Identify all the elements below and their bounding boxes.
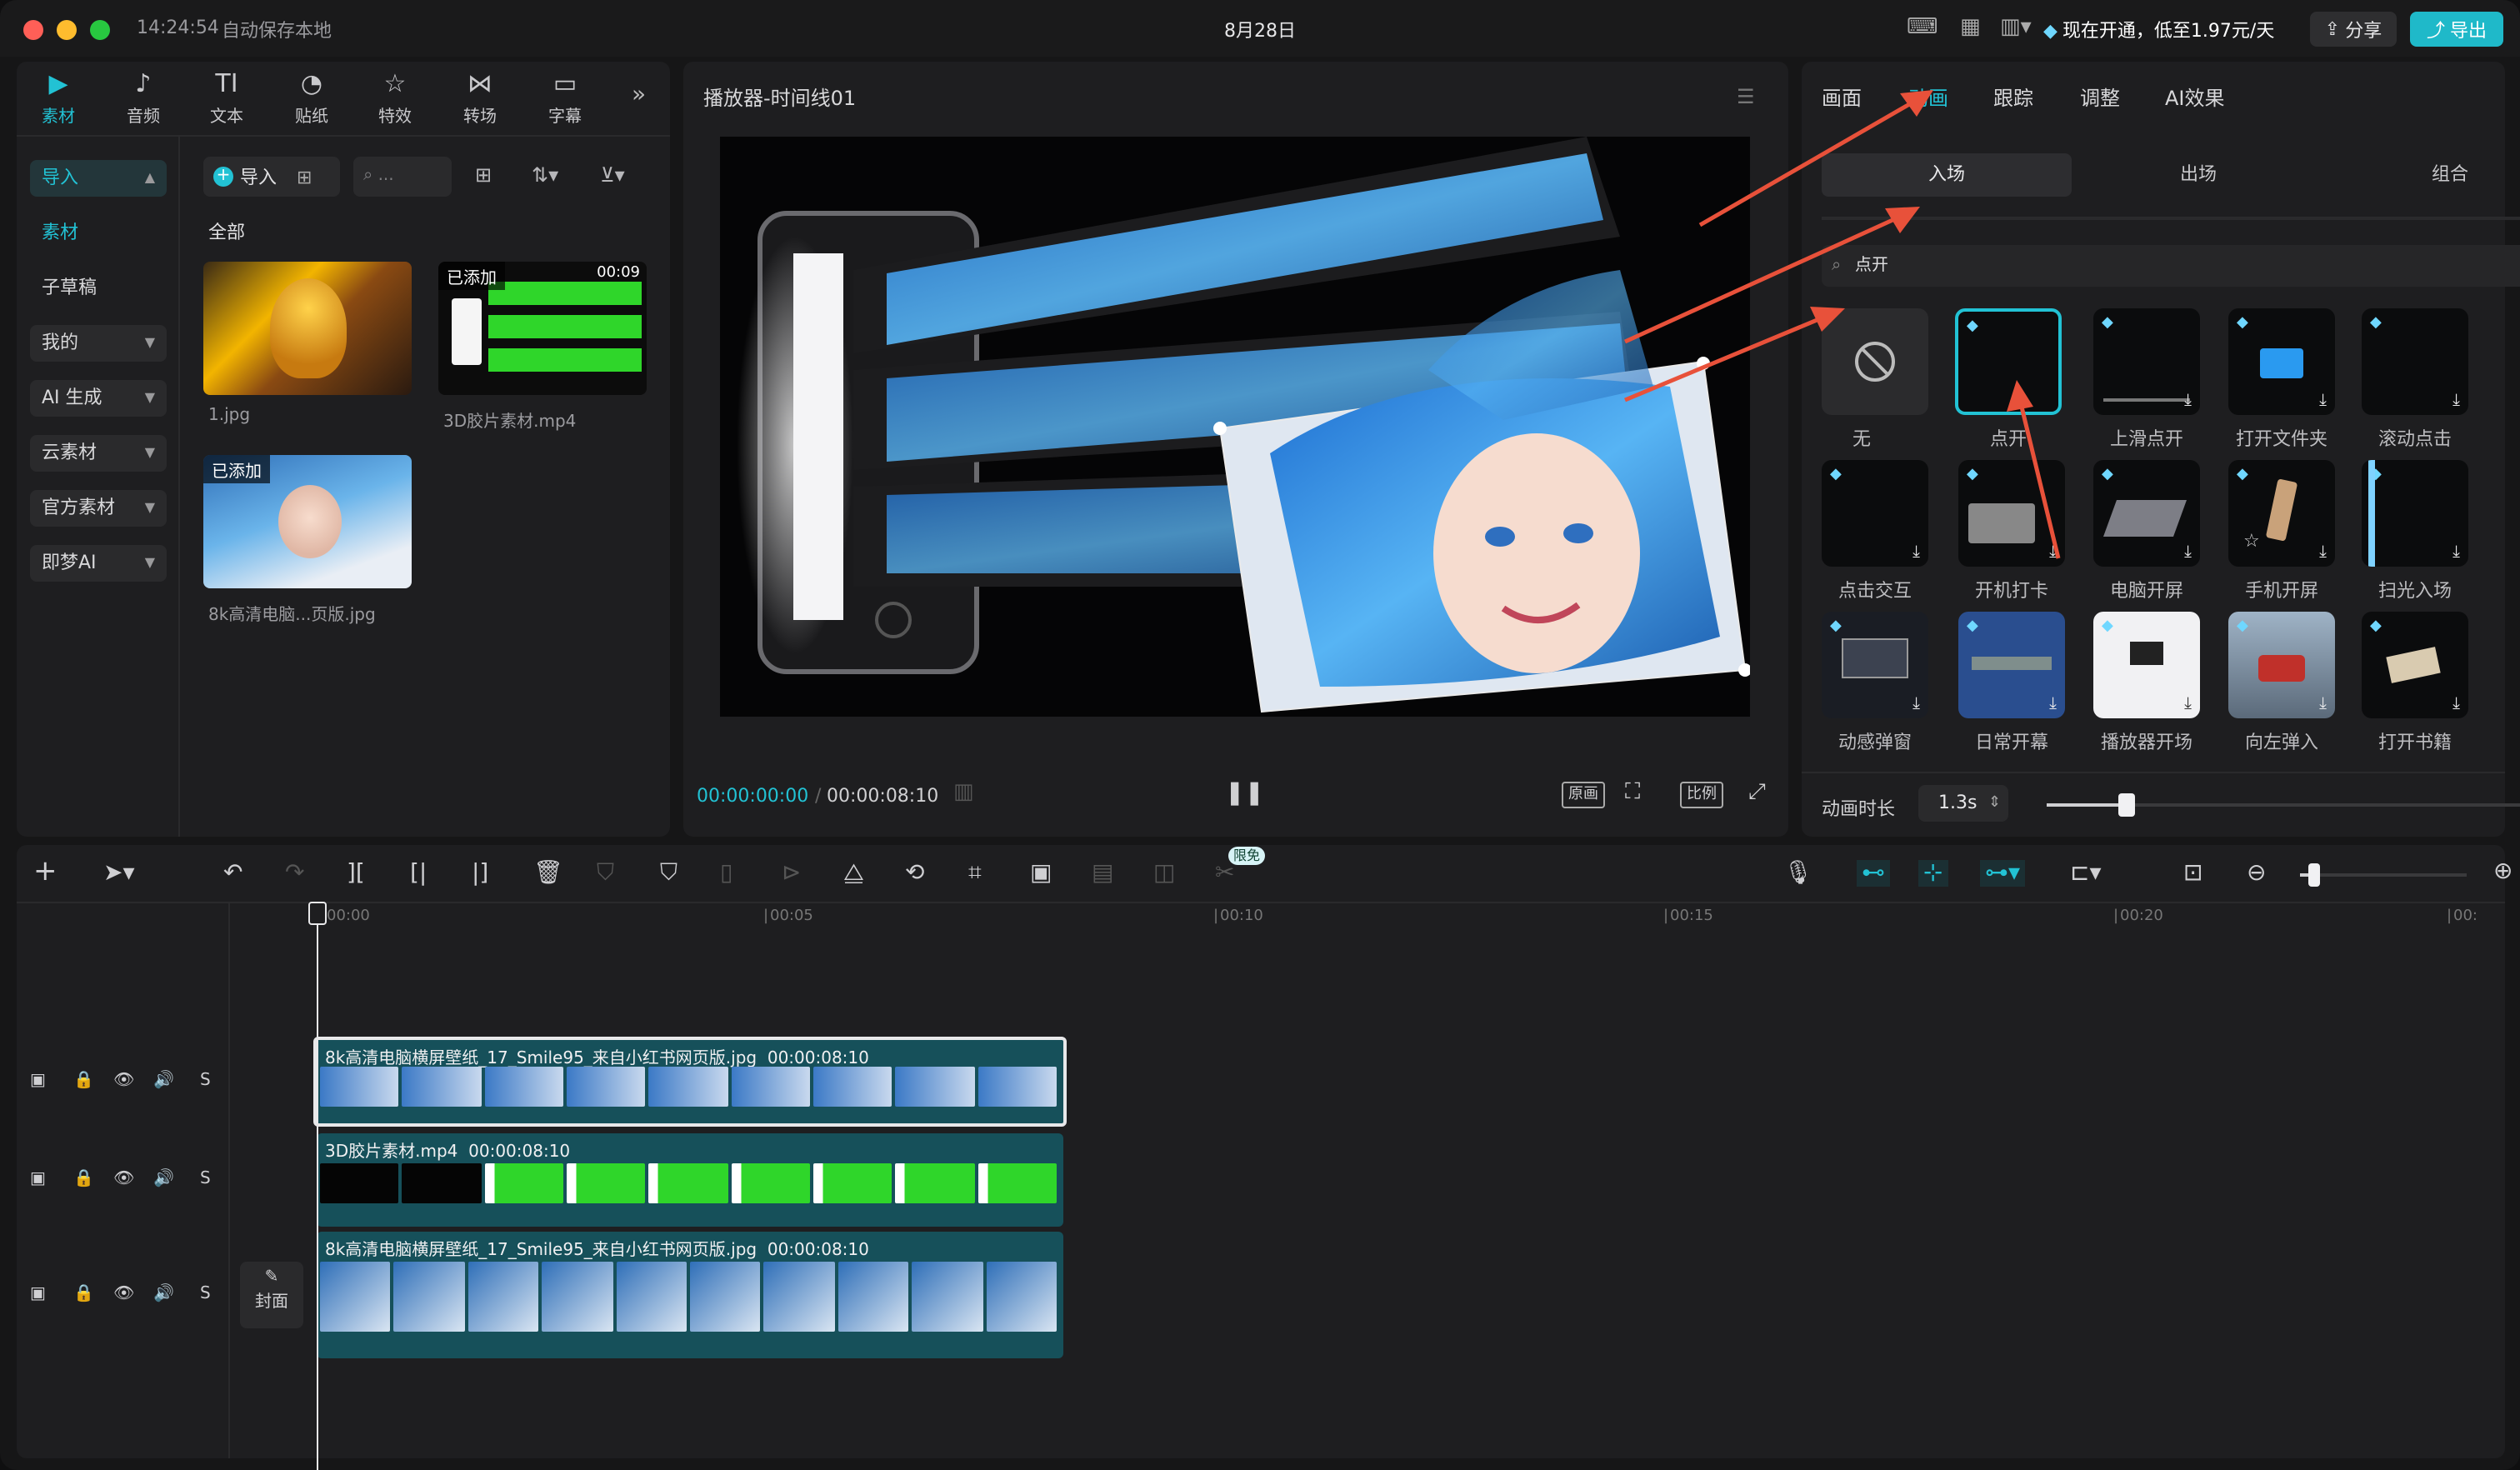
ruler-tick: | bbox=[2447, 908, 2452, 925]
lock-icon[interactable]: 🔒 bbox=[73, 1072, 94, 1090]
timeline-clip-overlay[interactable]: 8k高清电脑横屏壁纸_17_Smile95_来自小红书网页版.jpg 00:00… bbox=[313, 1037, 1067, 1127]
ruler-tick: | bbox=[763, 908, 769, 925]
playhead-handle[interactable] bbox=[308, 902, 327, 925]
match-icon[interactable]: ◫ bbox=[1153, 860, 1175, 887]
redo-icon[interactable]: ↷ bbox=[285, 860, 304, 887]
main-track-magnet-icon[interactable]: ⊷ bbox=[1857, 860, 1890, 887]
solo-button[interactable]: S bbox=[200, 1285, 211, 1303]
microphone-icon[interactable]: 🎙 bbox=[1783, 860, 1813, 887]
ruler-tick: | bbox=[1663, 908, 1669, 925]
zoom-slider[interactable] bbox=[2300, 863, 2467, 887]
mirror-icon[interactable]: ⧋ bbox=[843, 860, 864, 887]
split-left-icon[interactable]: [| bbox=[410, 860, 427, 887]
arrowhead bbox=[1900, 90, 1933, 117]
track-video-icon[interactable]: ▣ bbox=[30, 1285, 46, 1303]
ruler-tick: 00:20 bbox=[2120, 908, 2163, 925]
clip-duration: 00:00:08:10 bbox=[767, 1242, 869, 1260]
track-controls-3: ▣ 🔒 👁 🔊 S bbox=[17, 1247, 228, 1343]
clip-title: 8k高清电脑横屏壁纸_17_Smile95_来自小红书网页版.jpg 00:00… bbox=[325, 1043, 869, 1068]
fit-timeline-icon[interactable]: ⊡ bbox=[2183, 860, 2202, 887]
ruler-tick: 00:00 bbox=[327, 908, 370, 925]
timeline-clip-main[interactable]: 8k高清电脑横屏壁纸_17_Smile95_来自小红书网页版.jpg 00:00… bbox=[317, 1232, 1063, 1358]
cover-button[interactable]: ✎ 封面 bbox=[240, 1262, 303, 1328]
annotation-arrow bbox=[1623, 214, 1902, 344]
freeze-icon[interactable]: ▯ bbox=[720, 860, 732, 887]
scissors-icon[interactable]: ✂ bbox=[1215, 860, 1234, 887]
clip-frames bbox=[320, 1067, 1060, 1107]
app-window: 14:24:54 自动保存本地 8月28日 ⌨ ▦ ▥▾ ◆ 现在开通，低至1.… bbox=[0, 0, 2520, 1470]
eye-icon[interactable]: 👁 bbox=[113, 1072, 134, 1090]
resize-icon[interactable]: ▣ bbox=[1030, 860, 1052, 887]
ruler-tick: 00:10 bbox=[1220, 908, 1263, 925]
reverse-icon[interactable]: ⊳ bbox=[782, 860, 801, 887]
undo-icon[interactable]: ↶ bbox=[223, 860, 242, 887]
mark-icon[interactable]: ⛉ bbox=[660, 860, 678, 887]
ruler-tick: 00:15 bbox=[1670, 908, 1713, 925]
ruler-tick: 00:05 bbox=[770, 908, 813, 925]
track-video-icon[interactable]: ▣ bbox=[30, 1170, 46, 1188]
caption-edit-icon[interactable]: ▤ bbox=[1092, 860, 1113, 887]
eye-icon[interactable]: 👁 bbox=[113, 1285, 134, 1303]
split-icon[interactable]: ][ bbox=[347, 860, 365, 887]
linkage-icon[interactable]: ⊶▾ bbox=[1980, 860, 2026, 887]
speaker-icon[interactable]: 🔊 bbox=[153, 1072, 174, 1090]
split-right-icon[interactable]: |] bbox=[472, 860, 488, 887]
crop-icon[interactable]: ⌗ bbox=[968, 860, 982, 887]
zoom-in-icon[interactable]: ⊕ bbox=[2493, 858, 2512, 885]
clip-title: 3D胶片素材.mp4 00:00:08:10 bbox=[325, 1137, 570, 1162]
track-controls-1: ▣ 🔒 👁 🔊 S bbox=[17, 1033, 228, 1130]
clip-name: 8k高清电脑横屏壁纸_17_Smile95_来自小红书网页版.jpg bbox=[325, 1242, 758, 1260]
timeline-clip-film[interactable]: 3D胶片素材.mp4 00:00:08:10 bbox=[317, 1133, 1063, 1227]
clip-title: 8k高清电脑横屏壁纸_17_Smile95_来自小红书网页版.jpg 00:00… bbox=[325, 1235, 869, 1260]
select-tool-icon[interactable]: ➤▾ bbox=[103, 860, 135, 887]
limited-free-badge: 限免 bbox=[1228, 847, 1265, 865]
annotation-arrow bbox=[1698, 98, 1918, 228]
divider bbox=[17, 902, 2505, 903]
zoom-out-icon[interactable]: ⊖ bbox=[2247, 860, 2266, 887]
track-video-icon[interactable]: ▣ bbox=[30, 1072, 46, 1090]
pencil-icon: ✎ bbox=[264, 1268, 279, 1287]
clip-duration: 00:00:08:10 bbox=[767, 1050, 869, 1068]
track-controls-2: ▣ 🔒 👁 🔊 S bbox=[17, 1132, 228, 1228]
auto-snap-icon[interactable]: ⊹ bbox=[1918, 860, 1948, 887]
clip-name: 3D胶片素材.mp4 bbox=[325, 1143, 458, 1162]
shield-icon[interactable]: ⛉ bbox=[597, 860, 614, 887]
ruler-tick: | bbox=[2113, 908, 2119, 925]
clip-frames bbox=[320, 1163, 1060, 1203]
solo-button[interactable]: S bbox=[200, 1072, 211, 1090]
rotate-icon[interactable]: ⟲ bbox=[905, 860, 924, 887]
solo-button[interactable]: S bbox=[200, 1170, 211, 1188]
divider bbox=[228, 903, 230, 1458]
add-track-icon[interactable]: + bbox=[33, 855, 58, 888]
playhead[interactable] bbox=[317, 902, 318, 1470]
clip-duration: 00:00:08:10 bbox=[468, 1143, 571, 1162]
clip-name: 8k高清电脑横屏壁纸_17_Smile95_来自小红书网页版.jpg bbox=[325, 1050, 758, 1068]
zoom-slider-knob[interactable] bbox=[2308, 863, 2320, 887]
ruler-tick: 00: bbox=[2453, 908, 2478, 925]
lock-icon[interactable]: 🔒 bbox=[73, 1285, 94, 1303]
lock-icon[interactable]: 🔒 bbox=[73, 1170, 94, 1188]
annotation-arrow bbox=[2018, 399, 2061, 559]
speaker-icon[interactable]: 🔊 bbox=[153, 1170, 174, 1188]
delete-icon[interactable]: 🗑 bbox=[533, 860, 563, 887]
ruler-tick: | bbox=[1213, 908, 1219, 925]
timeline-panel: + ➤▾ ↶ ↷ ][ [| |] 🗑 ⛉ ⛉ ▯ ⊳ ⧋ ⟲ ⌗ ▣ ▤ ◫ … bbox=[17, 845, 2512, 1470]
preview-axis-icon[interactable]: ⊏▾ bbox=[2070, 860, 2102, 887]
clip-frames bbox=[320, 1262, 1060, 1332]
speaker-icon[interactable]: 🔊 bbox=[153, 1285, 174, 1303]
cover-label: 封面 bbox=[255, 1293, 288, 1312]
eye-icon[interactable]: 👁 bbox=[113, 1170, 134, 1188]
arrowhead bbox=[2007, 380, 2033, 412]
